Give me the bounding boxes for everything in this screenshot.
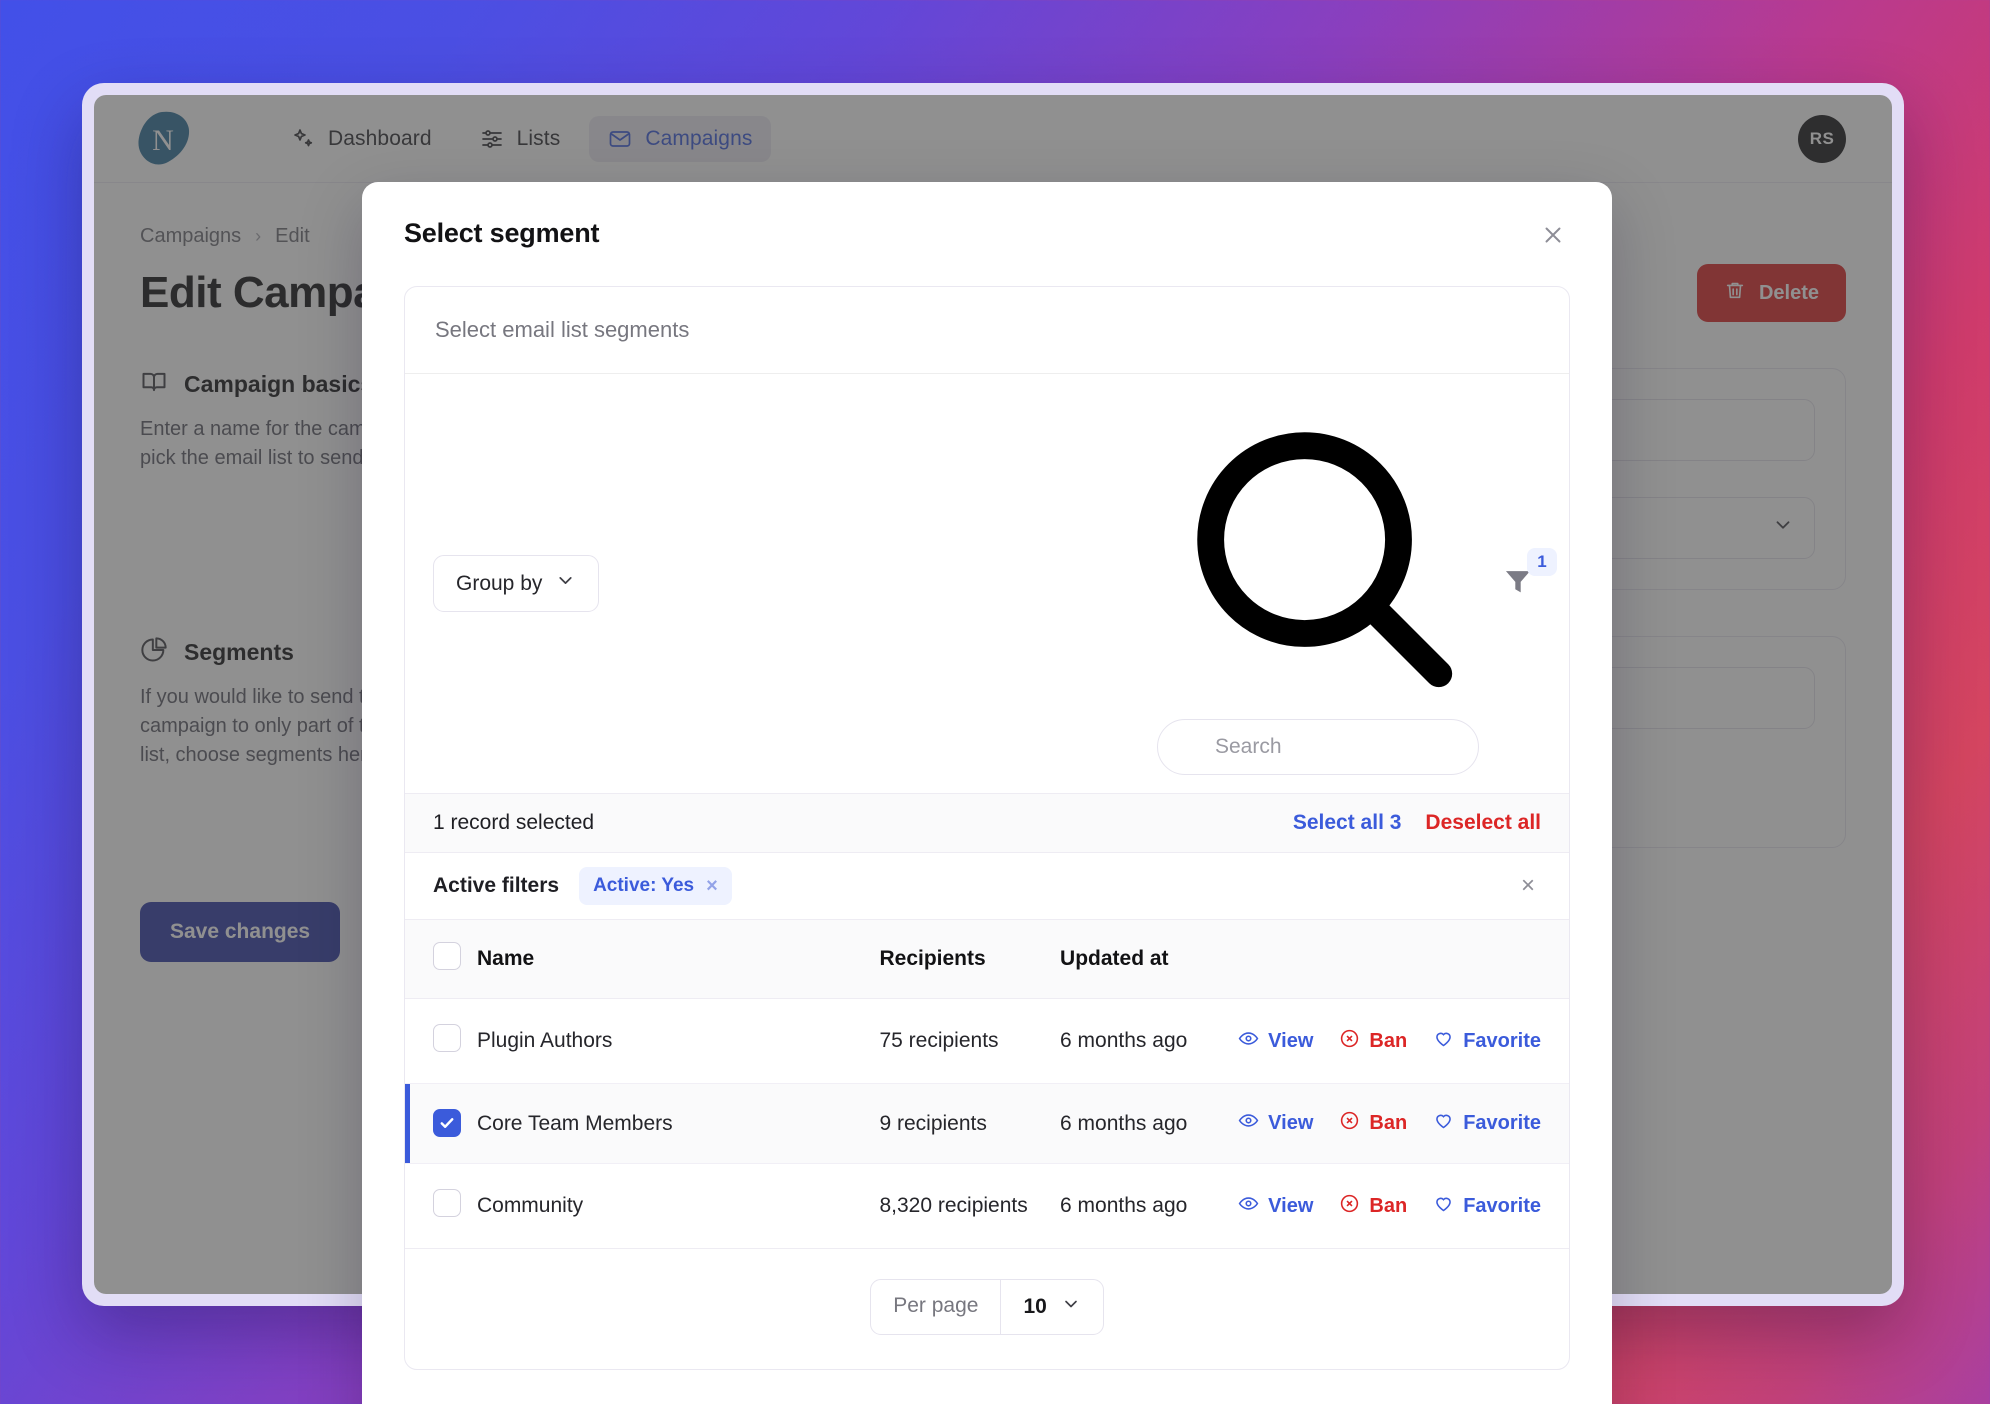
ban-icon	[1339, 1028, 1360, 1055]
favorite-action[interactable]: Favorite	[1433, 1193, 1541, 1220]
table-header-row: Name Recipients Updated at	[405, 920, 1569, 999]
ban-action[interactable]: Ban	[1339, 1110, 1407, 1137]
view-action-label: View	[1268, 1029, 1314, 1052]
view-action-label: View	[1268, 1194, 1314, 1217]
row-name: Plugin Authors	[476, 998, 880, 1084]
funnel-icon	[1501, 570, 1535, 602]
segments-table-body: Plugin Authors 75 recipients 6 months ag…	[405, 998, 1569, 1249]
table-row[interactable]: Plugin Authors 75 recipients 6 months ag…	[405, 998, 1569, 1084]
chevron-down-icon	[555, 570, 576, 597]
active-filters-bar: Active filters Active: Yes × ×	[405, 853, 1569, 920]
modal-title: Select segment	[404, 218, 600, 248]
filter-chip-remove-icon[interactable]: ×	[706, 876, 718, 896]
view-action[interactable]: View	[1238, 1110, 1313, 1137]
per-page-label: Per page	[871, 1280, 1002, 1334]
ban-action-label: Ban	[1369, 1029, 1408, 1052]
selection-actions: Select all 3 Deselect all	[1293, 811, 1541, 835]
deselect-all-link[interactable]: Deselect all	[1425, 811, 1541, 835]
table-row[interactable]: Community 8,320 recipients 6 months ago …	[405, 1163, 1569, 1249]
column-header-actions	[1238, 920, 1569, 999]
segments-table-head: Name Recipients Updated at	[405, 920, 1569, 999]
row-updated-at: 6 months ago	[1060, 1083, 1239, 1164]
filter-chip-active-yes[interactable]: Active: Yes ×	[579, 867, 732, 905]
active-filters-left: Active filters Active: Yes ×	[433, 867, 732, 905]
favorite-action-label: Favorite	[1463, 1029, 1541, 1052]
chevron-down-icon	[1061, 1294, 1081, 1320]
active-filters-label: Active filters	[433, 874, 560, 897]
favorite-action-label: Favorite	[1463, 1112, 1541, 1134]
filter-chip-label: Active: Yes	[593, 875, 695, 896]
clear-all-filters-icon[interactable]: ×	[1515, 872, 1541, 900]
row-checkbox[interactable]	[433, 1189, 461, 1217]
column-header-recipients[interactable]: Recipients	[879, 920, 1061, 999]
row-checkbox-cell	[405, 1083, 477, 1164]
segment-picker-panel: Select email list segments Group by Sear…	[404, 286, 1570, 1370]
view-action[interactable]: View	[1238, 1028, 1313, 1055]
row-updated-at: 6 months ago	[1060, 998, 1239, 1084]
pagination-bar: Per page 10	[405, 1249, 1569, 1369]
header-checkbox-cell	[405, 920, 477, 999]
toolbar-right: 1	[1157, 392, 1557, 775]
table-toolbar: Group by 1	[405, 374, 1569, 794]
segment-field-placeholder[interactable]: Select email list segments	[405, 287, 1569, 374]
column-header-updated-at[interactable]: Updated at	[1060, 920, 1239, 999]
row-actions: View Ban Favorite	[1238, 1083, 1569, 1164]
row-recipients: 75 recipients	[879, 998, 1061, 1084]
select-segment-modal: Select segment Select email list segment…	[362, 182, 1612, 1404]
ban-action[interactable]: Ban	[1339, 1028, 1407, 1055]
group-by-button[interactable]: Group by	[433, 555, 600, 612]
row-name: Core Team Members	[476, 1083, 880, 1164]
heart-icon	[1433, 1110, 1454, 1137]
row-checkbox[interactable]	[433, 1109, 461, 1137]
table-row[interactable]: Core Team Members 9 recipients 6 months …	[405, 1083, 1569, 1164]
eye-icon	[1238, 1110, 1259, 1137]
segments-table: Name Recipients Updated at Plugin Author…	[405, 920, 1569, 1249]
eye-icon	[1238, 1193, 1259, 1220]
group-by-label: Group by	[456, 571, 543, 595]
view-action-label: View	[1268, 1112, 1314, 1134]
row-recipients: 8,320 recipients	[879, 1163, 1061, 1249]
select-all-link[interactable]: Select all 3	[1293, 811, 1402, 835]
row-actions: View Ban Favorite	[1238, 1163, 1569, 1249]
ban-action[interactable]: Ban	[1339, 1193, 1407, 1220]
per-page-select[interactable]: 10	[1001, 1280, 1102, 1334]
favorite-action[interactable]: Favorite	[1433, 1110, 1541, 1137]
ban-action-label: Ban	[1369, 1194, 1408, 1217]
search-box	[1157, 392, 1479, 775]
modal-header: Select segment	[362, 182, 1612, 252]
select-all-checkbox[interactable]	[433, 942, 461, 970]
search-icon	[1157, 432, 1479, 718]
ban-action-label: Ban	[1369, 1112, 1408, 1134]
row-checkbox-cell	[405, 1163, 477, 1249]
row-updated-at: 6 months ago	[1060, 1163, 1239, 1249]
records-selected-status: 1 record selected	[433, 811, 595, 834]
selection-status-bar: 1 record selected Select all 3 Deselect …	[405, 794, 1569, 853]
favorite-action-label: Favorite	[1463, 1194, 1541, 1217]
heart-icon	[1433, 1028, 1454, 1055]
view-action[interactable]: View	[1238, 1193, 1313, 1220]
search-input[interactable]	[1157, 719, 1479, 775]
filter-badge: 1	[1527, 547, 1557, 576]
heart-icon	[1433, 1193, 1454, 1220]
ban-icon	[1339, 1110, 1360, 1137]
row-name: Community	[476, 1163, 880, 1249]
filter-button[interactable]: 1	[1501, 547, 1557, 604]
eye-icon	[1238, 1028, 1259, 1055]
modal-footer: Select Cancel	[362, 1370, 1612, 1404]
per-page-value: 10	[1023, 1295, 1047, 1318]
favorite-action[interactable]: Favorite	[1433, 1028, 1541, 1055]
ban-icon	[1339, 1193, 1360, 1220]
column-header-name[interactable]: Name	[476, 920, 880, 999]
close-icon[interactable]	[1536, 218, 1570, 252]
row-actions: View Ban Favorite	[1238, 998, 1569, 1084]
row-checkbox[interactable]	[433, 1024, 461, 1052]
row-checkbox-cell	[405, 998, 477, 1084]
per-page-control: Per page 10	[870, 1279, 1104, 1335]
row-recipients: 9 recipients	[879, 1083, 1061, 1164]
